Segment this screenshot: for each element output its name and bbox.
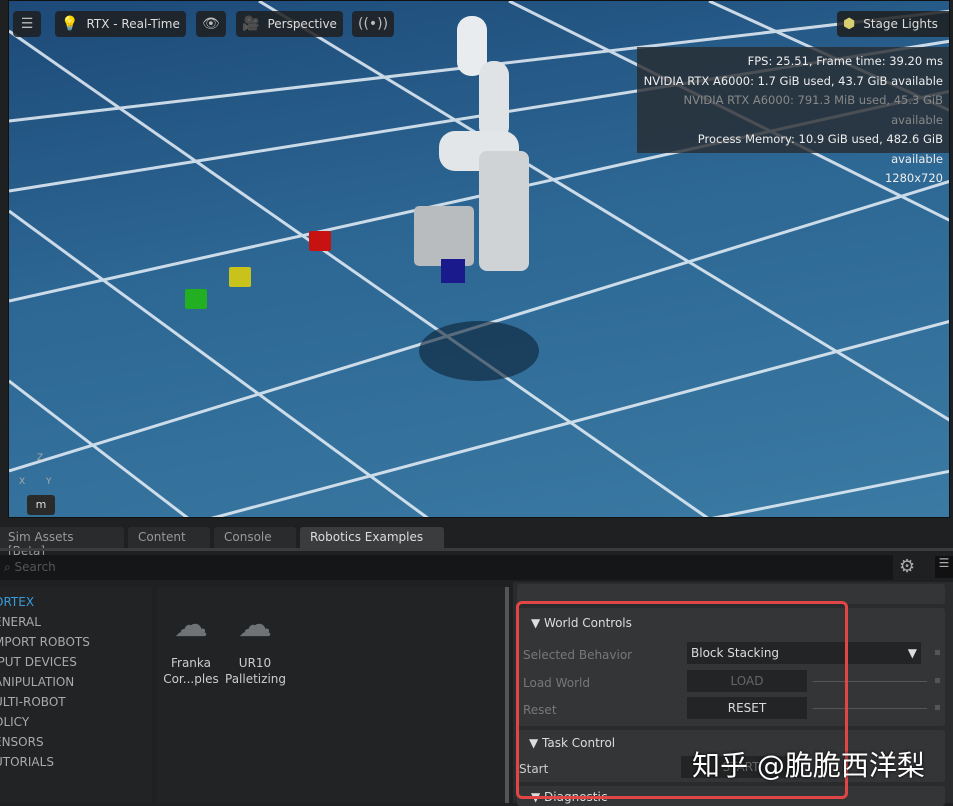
- example-title: Franka: [170, 656, 211, 670]
- render-mode-label: RTX - Real-Time: [86, 17, 180, 31]
- stage-lights-button[interactable]: ⬢ Stage Lights: [837, 11, 949, 37]
- eye-icon: 👁: [202, 16, 220, 32]
- 3d-viewport[interactable]: ☰ 💡 RTX - Real-Time 👁 🎥 Perspective ((•)) …: [8, 0, 950, 518]
- chevron-down-icon: ▼: [907, 646, 917, 660]
- gpu2-text: NVIDIA RTX A6000: 791.3 MiB used, 45.3 G…: [683, 93, 943, 127]
- render-mode-button[interactable]: 💡 RTX - Real-Time: [55, 11, 186, 37]
- light-icon: ⬢: [843, 16, 856, 32]
- example-title: UR10: [238, 656, 272, 670]
- example-ur10[interactable]: ☁ UR10 Palletizing: [225, 601, 286, 687]
- sliders-icon: ☰: [20, 16, 34, 32]
- watermark: 知乎 @脆脆西洋梨: [692, 749, 925, 782]
- category-item[interactable]: OLICY: [0, 712, 152, 732]
- category-item[interactable]: ULTI-ROBOT: [0, 692, 152, 712]
- robot-arm: [414, 16, 529, 283]
- camera-button[interactable]: 🎥 Perspective: [236, 11, 343, 37]
- category-item[interactable]: ANIPULATION: [0, 672, 152, 692]
- panel-tabs: Sim Assets [Beta] Content Console Roboti…: [0, 527, 444, 558]
- category-item[interactable]: MPORT ROBOTS: [0, 632, 152, 652]
- visibility-button[interactable]: 👁: [196, 11, 226, 37]
- cloud-download-icon: ☁: [238, 605, 272, 645]
- example-title: Palletizing: [225, 672, 286, 686]
- red-cube: [309, 231, 331, 251]
- category-list: ORTEX ENERAL MPORT ROBOTS IPUT DEVICES A…: [0, 587, 152, 803]
- tab-robotics-examples[interactable]: Robotics Examples: [300, 527, 444, 549]
- category-item[interactable]: ENSORS: [0, 732, 152, 752]
- stage-lights-label: Stage Lights: [863, 17, 938, 31]
- scrollbar[interactable]: [505, 587, 509, 803]
- process-memory-text: Process Memory: 10.9 GiB used, 482.6 GiB…: [697, 132, 943, 166]
- category-item[interactable]: UTORIALS: [0, 752, 152, 772]
- gpu1-text: NVIDIA RTX A6000: 1.7 GiB used, 43.7 GiB…: [643, 73, 943, 88]
- gear-icon[interactable]: ⚙: [899, 556, 915, 577]
- green-cube: [185, 289, 207, 309]
- resolution-text: 1280x720: [884, 171, 943, 185]
- search-input[interactable]: ⌕ Search: [0, 555, 893, 580]
- tab-content[interactable]: Content: [128, 527, 210, 549]
- axis-gizmo: Z X Y: [19, 453, 52, 487]
- camera-label: Perspective: [267, 17, 337, 31]
- camera-icon: 🎥: [242, 16, 260, 32]
- stats-overlay: FPS: 25.51, Frame time: 39.20 ms NVIDIA …: [637, 47, 949, 185]
- search-icon: ⌕: [4, 560, 15, 574]
- tab-sim-assets[interactable]: Sim Assets [Beta]: [0, 527, 124, 558]
- unit-button[interactable]: m: [27, 495, 55, 515]
- cloud-download-icon: ☁: [174, 605, 208, 645]
- list-view-icon[interactable]: ☰: [935, 556, 953, 578]
- broadcast-button[interactable]: ((•)): [352, 11, 395, 37]
- lightbulb-icon: 💡: [61, 16, 79, 32]
- tab-divider: [0, 548, 953, 551]
- fps-text: FPS: 25.51, Frame time: 39.20 ms: [747, 54, 943, 68]
- examples-grid: ☁ Franka Cor...ples ☁ UR10 Palletizing: [157, 587, 507, 803]
- search-placeholder: Search: [14, 560, 56, 574]
- broadcast-icon: ((•)): [358, 16, 389, 32]
- category-item[interactable]: IPUT DEVICES: [0, 652, 152, 672]
- category-item[interactable]: ORTEX: [0, 592, 152, 612]
- category-item[interactable]: ENERAL: [0, 612, 152, 632]
- settings-button[interactable]: ☰: [13, 11, 41, 37]
- tab-console[interactable]: Console: [214, 527, 296, 549]
- example-title: Cor...ples: [163, 672, 219, 686]
- example-franka[interactable]: ☁ Franka Cor...ples: [161, 601, 221, 687]
- yellow-cube: [229, 267, 251, 287]
